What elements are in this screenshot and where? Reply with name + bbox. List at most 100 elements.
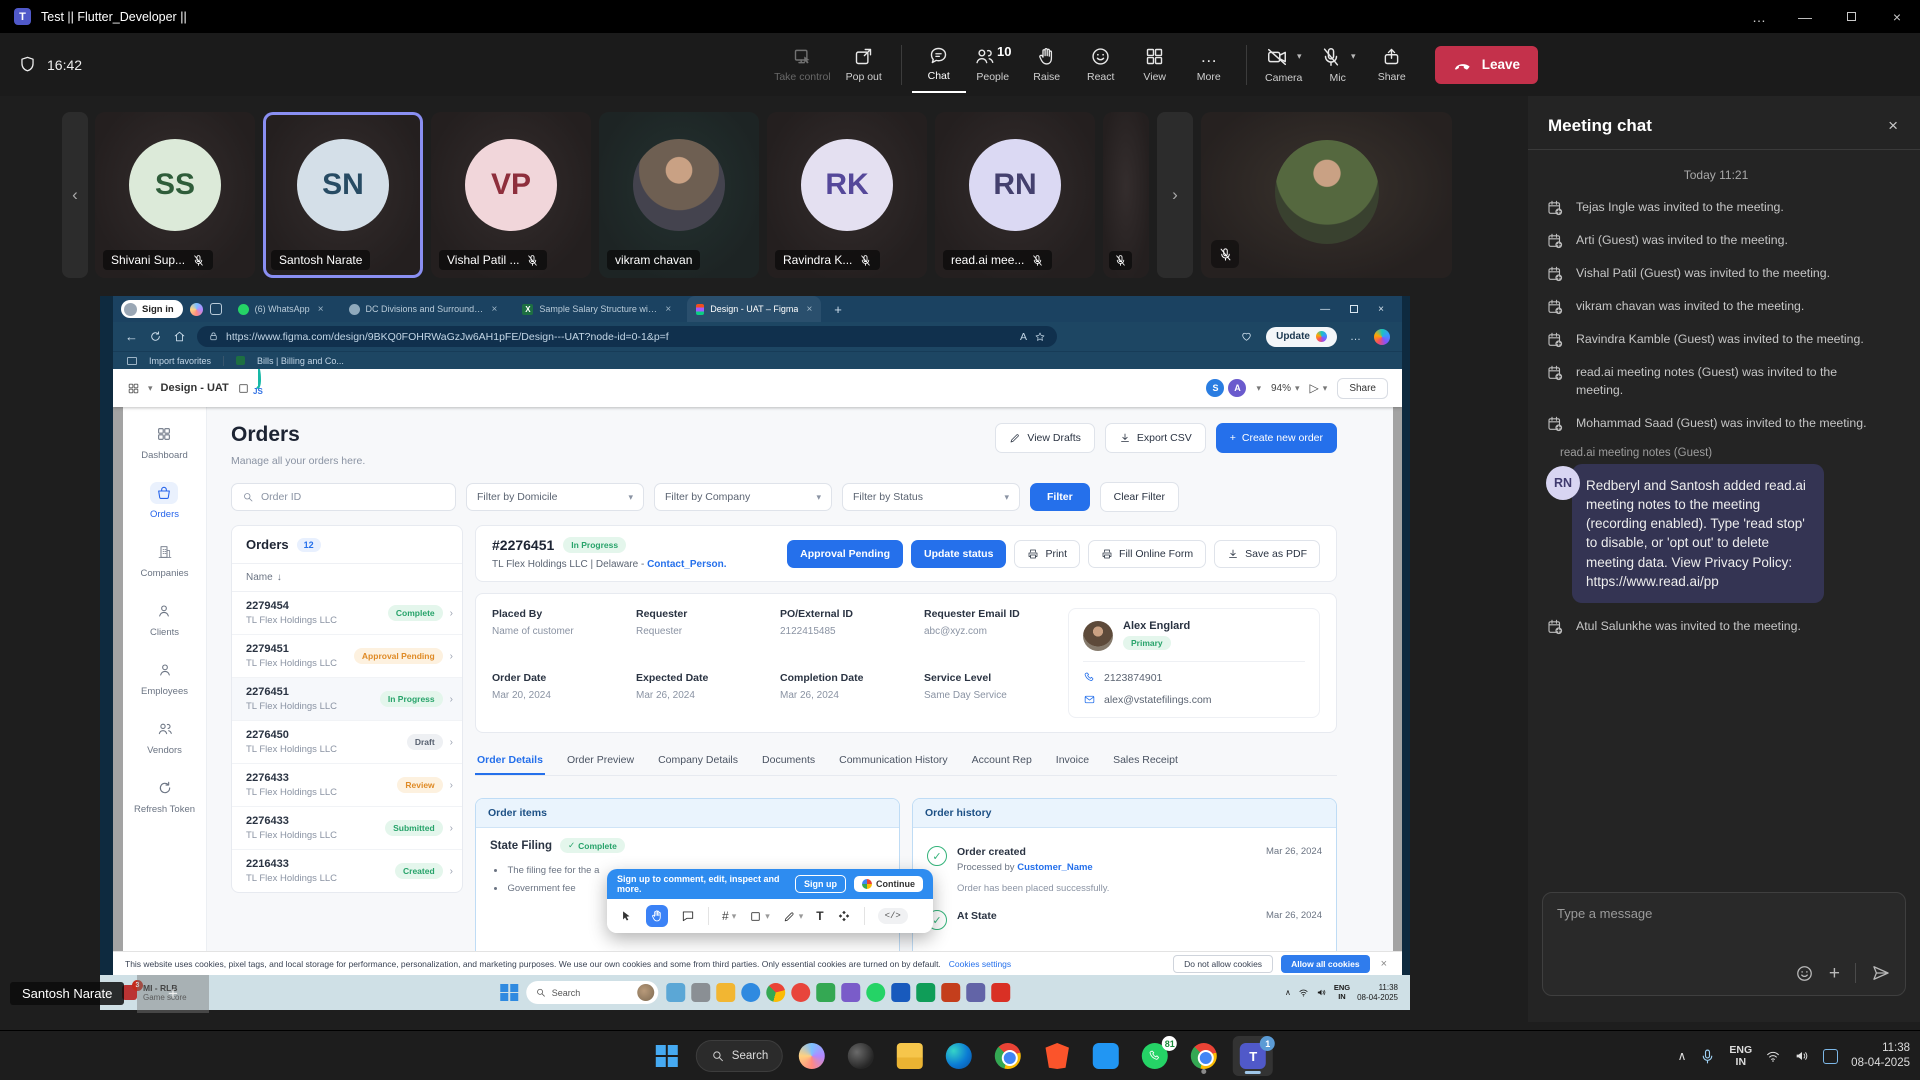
mic-tray-icon[interactable] <box>1699 1048 1716 1065</box>
components-tool[interactable] <box>837 909 851 923</box>
maximize-button[interactable] <box>1828 0 1874 33</box>
tab-actions-icon[interactable] <box>210 303 222 315</box>
approval-pending-button[interactable]: Approval Pending <box>787 540 903 568</box>
shared-taskbar-apps[interactable] <box>666 983 1010 1002</box>
video-tile-santosh[interactable]: SN Santosh Narate <box>263 112 423 278</box>
sidebar-item-vendors[interactable]: Vendors <box>147 718 182 756</box>
app-icon[interactable] <box>891 983 910 1002</box>
mic-options-chevron[interactable]: ▾ <box>1351 51 1356 62</box>
video-tile-shivani[interactable]: SS Shivani Sup... <box>95 112 255 278</box>
video-tile-vikram[interactable]: vikram chavan <box>599 112 759 278</box>
order-row[interactable]: 2279454TL Flex Holdings LLC Complete › <box>232 592 462 635</box>
browser-tab-dc-divisions[interactable]: DC Divisions and Surroundings × <box>340 296 507 322</box>
app-icon[interactable] <box>866 983 885 1002</box>
more-button[interactable]: … More <box>1182 37 1236 93</box>
text-tool[interactable]: T <box>816 909 823 923</box>
contact-phone-row[interactable]: 2123874901 <box>1083 671 1305 684</box>
taskbar-app-file-explorer[interactable] <box>890 1036 930 1076</box>
chat-input-box[interactable]: Type a message + <box>1542 892 1906 996</box>
camera-button[interactable]: ▾ Camera <box>1257 37 1311 93</box>
taskbar-app-copilot[interactable] <box>792 1036 832 1076</box>
move-tool[interactable] <box>619 909 633 923</box>
start-button[interactable] <box>500 984 518 1002</box>
taskbar-app-chrome[interactable] <box>988 1036 1028 1076</box>
tab-account-rep[interactable]: Account Rep <box>970 746 1034 775</box>
figma-menu-icon[interactable] <box>127 382 140 395</box>
clear-filter-button[interactable]: Clear Filter <box>1100 482 1179 512</box>
tab-invoice[interactable]: Invoice <box>1054 746 1091 775</box>
view-drafts-button[interactable]: View Drafts <box>995 423 1095 453</box>
save-as-pdf-button[interactable]: Save as PDF <box>1214 540 1320 568</box>
language-indicator[interactable]: ENGIN <box>1729 1044 1752 1068</box>
present-button[interactable]: ▷ ▾ <box>1310 381 1328 395</box>
app-icon[interactable] <box>741 983 760 1002</box>
taskbar-app-chrome-profile[interactable] <box>1184 1036 1224 1076</box>
raise-hand-button[interactable]: Raise <box>1020 37 1074 93</box>
app-icon[interactable] <box>666 983 685 1002</box>
sidebar-item-dashboard[interactable]: Dashboard <box>141 423 187 461</box>
pop-out-button[interactable]: Pop out <box>837 37 891 93</box>
deny-cookies-button[interactable]: Do not allow cookies <box>1173 955 1273 973</box>
print-button[interactable]: Print <box>1014 540 1080 568</box>
tab-order-preview[interactable]: Order Preview <box>565 746 636 775</box>
filter-status-select[interactable]: Filter by Status ▾ <box>842 483 1020 511</box>
address-bar[interactable]: https://www.figma.com/design/9BKQ0FOHRWa… <box>197 326 1057 347</box>
figma-share-button[interactable]: Share <box>1337 378 1388 399</box>
fill-online-form-button[interactable]: Fill Online Form <box>1088 540 1206 568</box>
browser-tab-figma[interactable]: Design - UAT – Figma × <box>687 296 821 322</box>
people-button[interactable]: 10 People <box>966 37 1020 93</box>
filter-company-select[interactable]: Filter by Company ▾ <box>654 483 832 511</box>
dev-mode-toggle[interactable]: </> <box>878 908 908 924</box>
order-id-search-input[interactable]: Order ID <box>231 483 456 511</box>
order-row[interactable]: 2279451TL Flex Holdings LLC Approval Pen… <box>232 635 462 678</box>
home-icon[interactable] <box>173 330 186 343</box>
taskbar-app-notion[interactable] <box>841 1036 881 1076</box>
video-tile-ravindra[interactable]: RK Ravindra K... <box>767 112 927 278</box>
tray-app-icon[interactable] <box>1823 1049 1838 1064</box>
filter-domicile-select[interactable]: Filter by Domicile ▾ <box>466 483 644 511</box>
tab-close-icon[interactable]: × <box>665 304 671 315</box>
app-icon[interactable] <box>791 983 810 1002</box>
collaborator-avatar-s[interactable]: S <box>1206 379 1224 397</box>
pen-tool[interactable]: ▾ <box>783 910 804 923</box>
filter-button[interactable]: Filter <box>1030 483 1090 511</box>
language-indicator[interactable]: ENGIN <box>1334 984 1350 1001</box>
bookmark-bills[interactable]: Bills | Billing and Co... <box>257 356 344 366</box>
speaker-icon[interactable] <box>1794 1048 1810 1064</box>
minimize-button[interactable]: — <box>1782 0 1828 33</box>
app-icon[interactable] <box>841 983 860 1002</box>
spotlight-tile[interactable] <box>1201 112 1452 278</box>
figma-file-name[interactable]: Design - UAT <box>161 382 229 394</box>
video-tile-partial[interactable] <box>1103 112 1149 278</box>
new-tab-button[interactable]: + <box>828 302 848 317</box>
order-row[interactable]: 2276433TL Flex Holdings LLC Submitted › <box>232 807 462 850</box>
bookmark-import-favorites[interactable]: Import favorites <box>149 356 211 366</box>
wifi-icon[interactable] <box>1765 1048 1781 1064</box>
browser-tab-salary-sheet[interactable]: X Sample Salary Structure with calc × <box>513 296 680 322</box>
chat-button[interactable]: Chat <box>912 37 966 93</box>
share-button[interactable]: Share <box>1365 37 1419 93</box>
tab-company-details[interactable]: Company Details <box>656 746 740 775</box>
contact-person-link[interactable]: Contact_Person. <box>647 559 726 570</box>
frame-tool[interactable]: #▾ <box>722 909 736 923</box>
google-continue-button[interactable]: Continue <box>854 876 923 892</box>
tab-communication-history[interactable]: Communication History <box>837 746 950 775</box>
contact-email-row[interactable]: alex@vstatefilings.com <box>1083 693 1305 706</box>
close-button[interactable]: × <box>1874 0 1920 33</box>
app-icon[interactable] <box>816 983 835 1002</box>
send-icon[interactable] <box>1871 963 1891 983</box>
attach-plus-icon[interactable]: + <box>1829 964 1840 983</box>
chat-close-icon[interactable]: × <box>1888 116 1898 136</box>
video-tile-readai[interactable]: RN read.ai mee... <box>935 112 1095 278</box>
app-icon[interactable] <box>916 983 935 1002</box>
cookie-close-icon[interactable]: × <box>1378 958 1390 970</box>
leave-button[interactable]: Leave <box>1435 46 1538 84</box>
sidebar-item-refresh-token[interactable]: Refresh Token <box>134 777 195 815</box>
sidebar-item-companies[interactable]: Companies <box>140 541 188 579</box>
tab-close-icon[interactable]: × <box>318 304 324 315</box>
browser-menu-dots-icon[interactable]: … <box>1350 331 1361 343</box>
taskbar-clock[interactable]: 11:3808-04-2025 <box>1851 1041 1910 1071</box>
order-row[interactable]: 2276450TL Flex Holdings LLC Draft › <box>232 721 462 764</box>
presenter-add-button[interactable]: + <box>137 975 209 1013</box>
mic-button[interactable]: ▾ Mic <box>1311 37 1365 93</box>
